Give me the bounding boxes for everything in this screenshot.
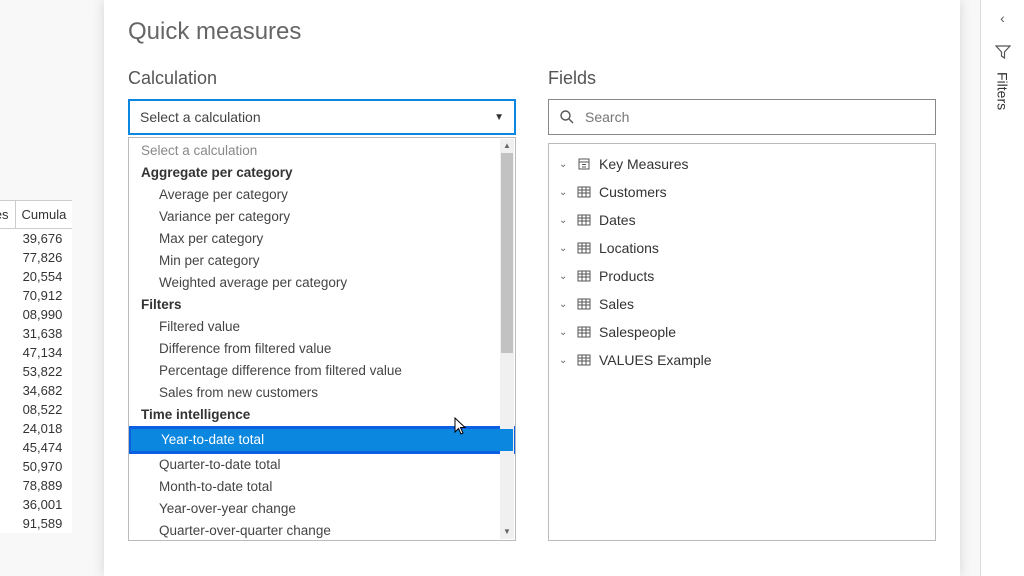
chevron-down-icon: ▼ bbox=[494, 112, 504, 123]
calculation-group-header: Aggregate per category bbox=[129, 162, 515, 184]
calculation-option[interactable]: Variance per category bbox=[129, 206, 515, 228]
table-icon bbox=[577, 185, 591, 199]
bg-table-cell: 36,001 bbox=[0, 495, 72, 514]
calculation-dropdown-text: Select a calculation bbox=[140, 109, 261, 125]
bg-table-cell: 24,018 bbox=[0, 419, 72, 438]
calculation-option[interactable]: Quarter-over-quarter change bbox=[129, 520, 515, 541]
calculation-option[interactable]: Max per category bbox=[129, 228, 515, 250]
chevron-down-icon: ⌄ bbox=[559, 215, 569, 226]
chevron-down-icon: ⌄ bbox=[559, 271, 569, 282]
field-label: Salespeople bbox=[599, 324, 676, 340]
chevron-down-icon: ⌄ bbox=[559, 243, 569, 254]
bg-table-cell: 39,676 bbox=[0, 229, 72, 248]
calculation-option[interactable]: Average per category bbox=[129, 184, 515, 206]
bg-col-header: Cumula bbox=[16, 201, 73, 228]
bg-table-cell: 08,522 bbox=[0, 400, 72, 419]
bg-col-header: Sales bbox=[0, 201, 16, 228]
scroll-down-icon[interactable]: ▼ bbox=[500, 525, 514, 539]
panel-title: Quick measures bbox=[128, 18, 936, 46]
field-tree-item[interactable]: ⌄ Sales bbox=[549, 290, 935, 318]
field-label: Key Measures bbox=[599, 156, 688, 172]
calculation-option-selected[interactable]: Year-to-date total bbox=[131, 429, 513, 451]
field-label: VALUES Example bbox=[599, 352, 712, 368]
field-label: Dates bbox=[599, 212, 636, 228]
fields-tree: ⌄Key Measures⌄Customers⌄Dates⌄Locations⌄… bbox=[548, 143, 936, 541]
calculation-dropdown[interactable]: Select a calculation ▼ bbox=[128, 99, 516, 135]
calculation-option[interactable]: Difference from filtered value bbox=[129, 338, 515, 360]
table-icon bbox=[577, 213, 591, 227]
bg-table-cell: 53,822 bbox=[0, 362, 72, 381]
bg-table-cell: 45,474 bbox=[0, 438, 72, 457]
fields-search[interactable] bbox=[548, 99, 936, 135]
chevron-down-icon: ⌄ bbox=[559, 159, 569, 170]
field-tree-item[interactable]: ⌄ Products bbox=[549, 262, 935, 290]
calculation-option[interactable]: Sales from new customers bbox=[129, 382, 515, 404]
bg-table-cell: 91,589 bbox=[0, 514, 72, 533]
expand-pane-icon[interactable]: ‹ bbox=[1000, 10, 1005, 26]
filters-pane-collapsed: ‹ Filters bbox=[980, 0, 1024, 576]
bg-table-cell: 08,990 bbox=[0, 305, 72, 324]
field-tree-item[interactable]: ⌄ Key Measures bbox=[549, 150, 935, 178]
scrollbar[interactable]: ▲ ▼ bbox=[500, 139, 514, 539]
background-table: Sales Cumula 39,67677,82620,55470,91208,… bbox=[0, 200, 72, 533]
chevron-down-icon: ⌄ bbox=[559, 355, 569, 366]
bg-table-cell: 50,970 bbox=[0, 457, 72, 476]
field-label: Locations bbox=[599, 240, 659, 256]
calculation-group-header: Time intelligence bbox=[129, 404, 515, 426]
bg-table-cell: 31,638 bbox=[0, 324, 72, 343]
calculation-group-header: Filters bbox=[129, 294, 515, 316]
chevron-down-icon: ⌄ bbox=[559, 187, 569, 198]
field-label: Customers bbox=[599, 184, 667, 200]
filter-icon bbox=[995, 44, 1011, 60]
fields-search-input[interactable] bbox=[585, 109, 925, 125]
field-label: Sales bbox=[599, 296, 634, 312]
search-icon bbox=[559, 109, 575, 125]
calculation-option-placeholder[interactable]: Select a calculation bbox=[129, 140, 515, 162]
table-icon bbox=[577, 241, 591, 255]
table-icon bbox=[577, 297, 591, 311]
fields-label: Fields bbox=[548, 68, 936, 89]
bg-table-cell: 78,889 bbox=[0, 476, 72, 495]
calculation-option[interactable]: Month-to-date total bbox=[129, 476, 515, 498]
scroll-up-icon[interactable]: ▲ bbox=[500, 139, 514, 153]
field-tree-item[interactable]: ⌄ Customers bbox=[549, 178, 935, 206]
bg-table-cell: 20,554 bbox=[0, 267, 72, 286]
bg-table-cell: 70,912 bbox=[0, 286, 72, 305]
table-icon bbox=[577, 325, 591, 339]
chevron-down-icon: ⌄ bbox=[559, 299, 569, 310]
quick-measures-panel: Quick measures Calculation Select a calc… bbox=[104, 0, 960, 576]
calculation-option[interactable]: Min per category bbox=[129, 250, 515, 272]
calculation-option[interactable]: Percentage difference from filtered valu… bbox=[129, 360, 515, 382]
field-label: Products bbox=[599, 268, 654, 284]
calculation-column: Calculation Select a calculation ▼ ▲ ▼ S… bbox=[128, 68, 516, 541]
calculation-option[interactable]: Quarter-to-date total bbox=[129, 454, 515, 476]
measure-icon bbox=[577, 157, 591, 171]
calculation-dropdown-list[interactable]: ▲ ▼ Select a calculationAggregate per ca… bbox=[128, 137, 516, 541]
field-tree-item[interactable]: ⌄ Dates bbox=[549, 206, 935, 234]
chevron-down-icon: ⌄ bbox=[559, 327, 569, 338]
calculation-option[interactable]: Filtered value bbox=[129, 316, 515, 338]
table-icon bbox=[577, 269, 591, 283]
calculation-label: Calculation bbox=[128, 68, 516, 89]
calculation-option[interactable]: Weighted average per category bbox=[129, 272, 515, 294]
scroll-thumb[interactable] bbox=[501, 153, 513, 353]
bg-table-cell: 77,826 bbox=[0, 248, 72, 267]
field-tree-item[interactable]: ⌄ Salespeople bbox=[549, 318, 935, 346]
filters-pane-label: Filters bbox=[995, 72, 1011, 110]
bg-table-cell: 34,682 bbox=[0, 381, 72, 400]
bg-table-cell: 47,134 bbox=[0, 343, 72, 362]
field-tree-item[interactable]: ⌄ VALUES Example bbox=[549, 346, 935, 374]
table-icon bbox=[577, 353, 591, 367]
calculation-option[interactable]: Year-over-year change bbox=[129, 498, 515, 520]
fields-column: Fields ⌄ Key Measures ⌄ Customers ⌄ Dates ⌄ Loc… bbox=[548, 68, 936, 541]
field-tree-item[interactable]: ⌄ Locations bbox=[549, 234, 935, 262]
